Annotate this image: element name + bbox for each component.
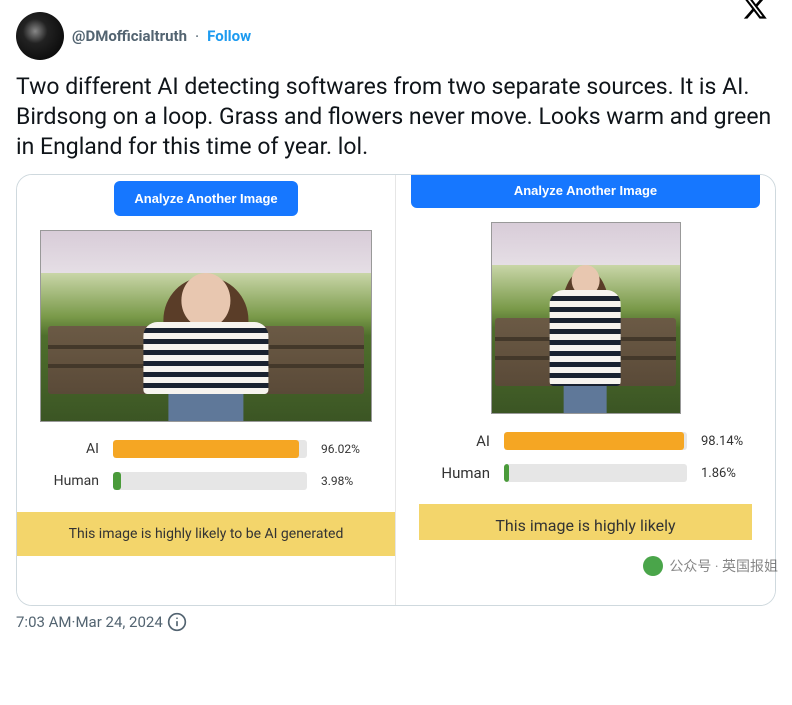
human-bar-track: [504, 464, 687, 482]
human-percent: 3.98%: [321, 474, 369, 488]
embedded-image[interactable]: Analyze Another Image AI: [16, 174, 776, 606]
x-logo-icon[interactable]: [742, 0, 768, 21]
ai-bar-track: [504, 432, 687, 450]
result-bars: AI 98.14% Human 1.86%: [396, 414, 775, 496]
ai-bar-track: [113, 440, 307, 458]
detector-panel-right: Analyze Another Image AI: [396, 175, 775, 605]
analyzed-image: [40, 230, 372, 422]
ai-score-row: AI 98.14%: [422, 432, 749, 450]
analyzed-image: [491, 222, 681, 414]
tweet-time: 7:03 AM: [16, 613, 72, 631]
human-bar-track: [113, 472, 307, 490]
result-bars: AI 96.02% Human 3.98%: [17, 422, 395, 504]
ai-bar-fill: [113, 440, 299, 458]
verdict-banner: This image is highly likely: [419, 504, 753, 540]
human-score-row: Human 1.86%: [422, 464, 749, 482]
human-label: Human: [422, 464, 490, 482]
tweet-text: Two different AI detecting softwares fro…: [16, 72, 776, 162]
separator-dot: ·: [195, 27, 199, 46]
verdict-banner: This image is highly likely to be AI gen…: [17, 512, 395, 556]
human-bar-fill: [504, 464, 509, 482]
tweet-container: @DMofficialtruth · Follow Two different …: [0, 0, 792, 640]
user-handle[interactable]: @DMofficialtruth: [72, 27, 187, 45]
analyze-another-button[interactable]: Analyze Another Image: [411, 174, 760, 208]
analyze-another-button[interactable]: Analyze Another Image: [114, 181, 297, 216]
avatar[interactable]: [16, 12, 64, 60]
tweet-date: Mar 24, 2024: [75, 613, 162, 631]
info-icon[interactable]: [167, 612, 187, 632]
human-percent: 1.86%: [701, 466, 749, 481]
ai-bar-fill: [504, 432, 684, 450]
ai-percent: 96.02%: [321, 442, 369, 456]
tweet-header: @DMofficialtruth · Follow: [16, 12, 776, 60]
human-label: Human: [43, 473, 99, 489]
ai-label: AI: [43, 441, 99, 457]
detector-panel-left: Analyze Another Image AI: [17, 175, 396, 605]
ai-percent: 98.14%: [701, 434, 749, 449]
ai-label: AI: [422, 432, 490, 450]
follow-link[interactable]: Follow: [207, 27, 251, 45]
tweet-timestamp[interactable]: 7:03 AM · Mar 24, 2024: [16, 612, 776, 632]
ai-score-row: AI 96.02%: [43, 440, 369, 458]
human-score-row: Human 3.98%: [43, 472, 369, 490]
human-bar-fill: [113, 472, 121, 490]
